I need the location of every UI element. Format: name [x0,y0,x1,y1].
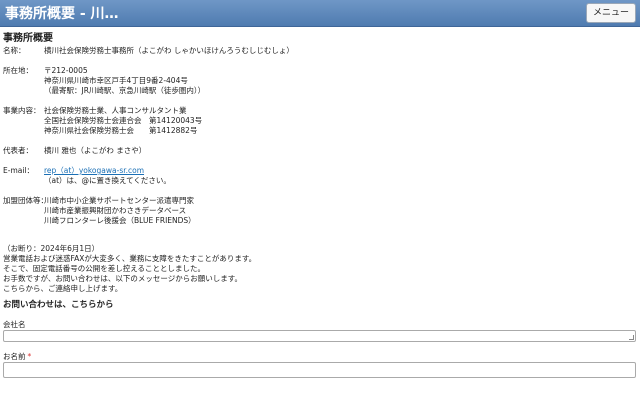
nearest-station: （最寄駅：JR川崎駅、京急川崎駅（徒歩圏内）） [44,86,206,95]
organization-line: 川崎フロンターレ後援会（BLUE FRIENDS） [44,216,196,225]
name-field-label: お名前 * [3,352,640,362]
organization-line: 川崎市産業振興財団かわさきデータベース [44,206,187,215]
email-link[interactable]: rep（at）yokogawa-sr.com [44,166,144,175]
organization-row: 加盟団体等： 川崎市中小企業サポートセンター派遣専門家 川崎市産業振興財団かわさ… [0,196,640,226]
title-bar: 事務所概要 - 川… メニュー [0,0,640,27]
notice-line: そこで、固定電話番号の公開を差し控えることとしました。 [3,264,205,273]
menu-button[interactable]: メニュー [585,3,636,23]
business-row: 事業内容： 社会保険労務士業、人事コンサルタント業 全国社会保険労務士会連合会 … [0,106,640,136]
postal-code: 〒212-0005 [44,66,88,75]
email-row: E-mail： rep（at）yokogawa-sr.com （at）は、@に置… [0,166,640,186]
page-title: 事務所概要 - 川… [5,6,119,22]
email-note: （at）は、@に置き換えてください。 [44,176,171,185]
business-line: 社会保険労務士業、人事コンサルタント業 [44,106,187,115]
name-value: 横川社会保険労務士事務所（よこがわ しゃかいほけんろうむしじむしょ） [44,46,294,55]
representative-value: 横川 雅也（よこがわ まさや） [44,146,147,155]
name-field-text: お名前 [3,352,26,361]
company-label: 会社名 [3,320,26,329]
representative-row: 代表者： 横川 雅也（よこがわ まさや） [0,146,640,156]
required-mark: * [27,352,32,361]
notice-line: こちらから、ご連絡申し上げます。 [3,284,123,293]
business-line: 全国社会保険労務士会連合会 第14120043号 [44,116,203,125]
address-label: 所在地： [3,66,33,75]
name-input[interactable] [3,362,636,378]
address-line: 神奈川県川崎市幸区戸手4丁目9番2-404号 [44,76,188,85]
notice-date: （お断り：2024年6月1日） [3,244,100,253]
address-row: 所在地： 〒212-0005 神奈川県川崎市幸区戸手4丁目9番2-404号 （最… [0,66,640,96]
name-label: 名称： [3,46,26,55]
business-label: 事業内容： [3,106,41,115]
notice-line: お手数ですが、お問い合わせは、以下のメッセージからお願いします。 [3,274,242,283]
contact-heading: お問い合わせは、こちらから [3,300,114,310]
name-row: 名称： 横川社会保険労務士事務所（よこがわ しゃかいほけんろうむしじむしょ） [0,46,640,56]
business-line: 神奈川県社会保険労務士会 第1412882号 [44,126,198,135]
organization-line: 川崎市中小企業サポートセンター派遣専門家 [44,196,194,205]
email-label: E-mail： [3,166,35,175]
notice-line: 営業電話および迷惑FAXが大変多く、業務に支障をきたすことがあります。 [3,254,257,263]
organization-label: 加盟団体等： [3,196,48,205]
representative-label: 代表者： [3,146,33,155]
company-input[interactable] [3,330,636,342]
main-content: 事務所概要 名称： 横川社会保険労務士事務所（よこがわ しゃかいほけんろうむしじ… [0,27,640,400]
section-title: 事務所概要 [3,33,53,44]
